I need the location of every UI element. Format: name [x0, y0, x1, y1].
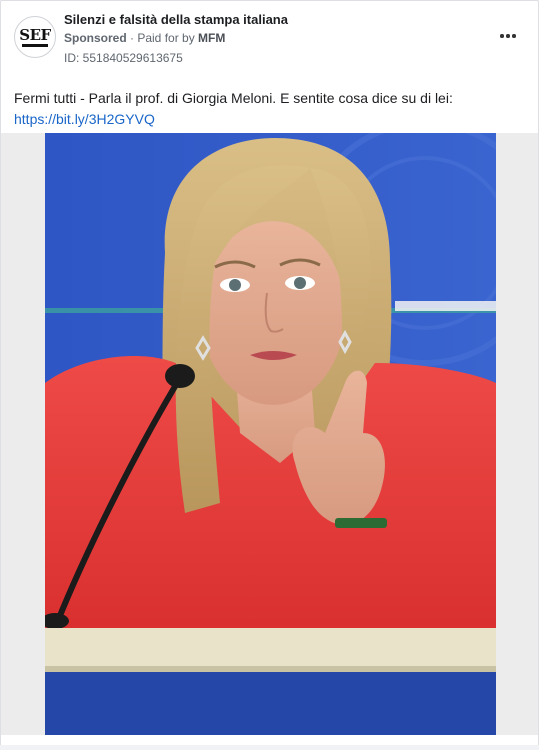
avatar-logo-bar — [22, 44, 48, 47]
post-header: SEF Silenzi e falsità della stampa itali… — [1, 1, 538, 77]
more-horizontal-icon — [500, 34, 516, 38]
ad-photo[interactable] — [45, 133, 496, 735]
ad-id: ID: 551840529613675 — [64, 51, 183, 65]
paid-for-by-name[interactable]: MFM — [198, 31, 225, 45]
sponsored-line: Sponsored · Paid for by MFM — [64, 31, 225, 45]
feed-separator — [0, 745, 539, 750]
page-avatar[interactable]: SEF — [14, 16, 56, 58]
more-options-button[interactable] — [495, 25, 521, 47]
post-body: Fermi tutti - Parla il prof. di Giorgia … — [14, 88, 524, 130]
sponsored-label: Sponsored — [64, 31, 127, 45]
paid-for-prefix: · Paid for by — [126, 31, 199, 45]
photo-illustration — [45, 133, 496, 735]
page-name-link[interactable]: Silenzi e falsità della stampa italiana — [64, 12, 288, 27]
media-area — [1, 133, 538, 735]
post-message: Fermi tutti - Parla il prof. di Giorgia … — [14, 90, 453, 106]
ad-card: SEF Silenzi e falsità della stampa itali… — [0, 0, 539, 749]
avatar-logo-text: SEF — [19, 26, 51, 44]
post-link[interactable]: https://bit.ly/3H2GYVQ — [14, 111, 155, 127]
